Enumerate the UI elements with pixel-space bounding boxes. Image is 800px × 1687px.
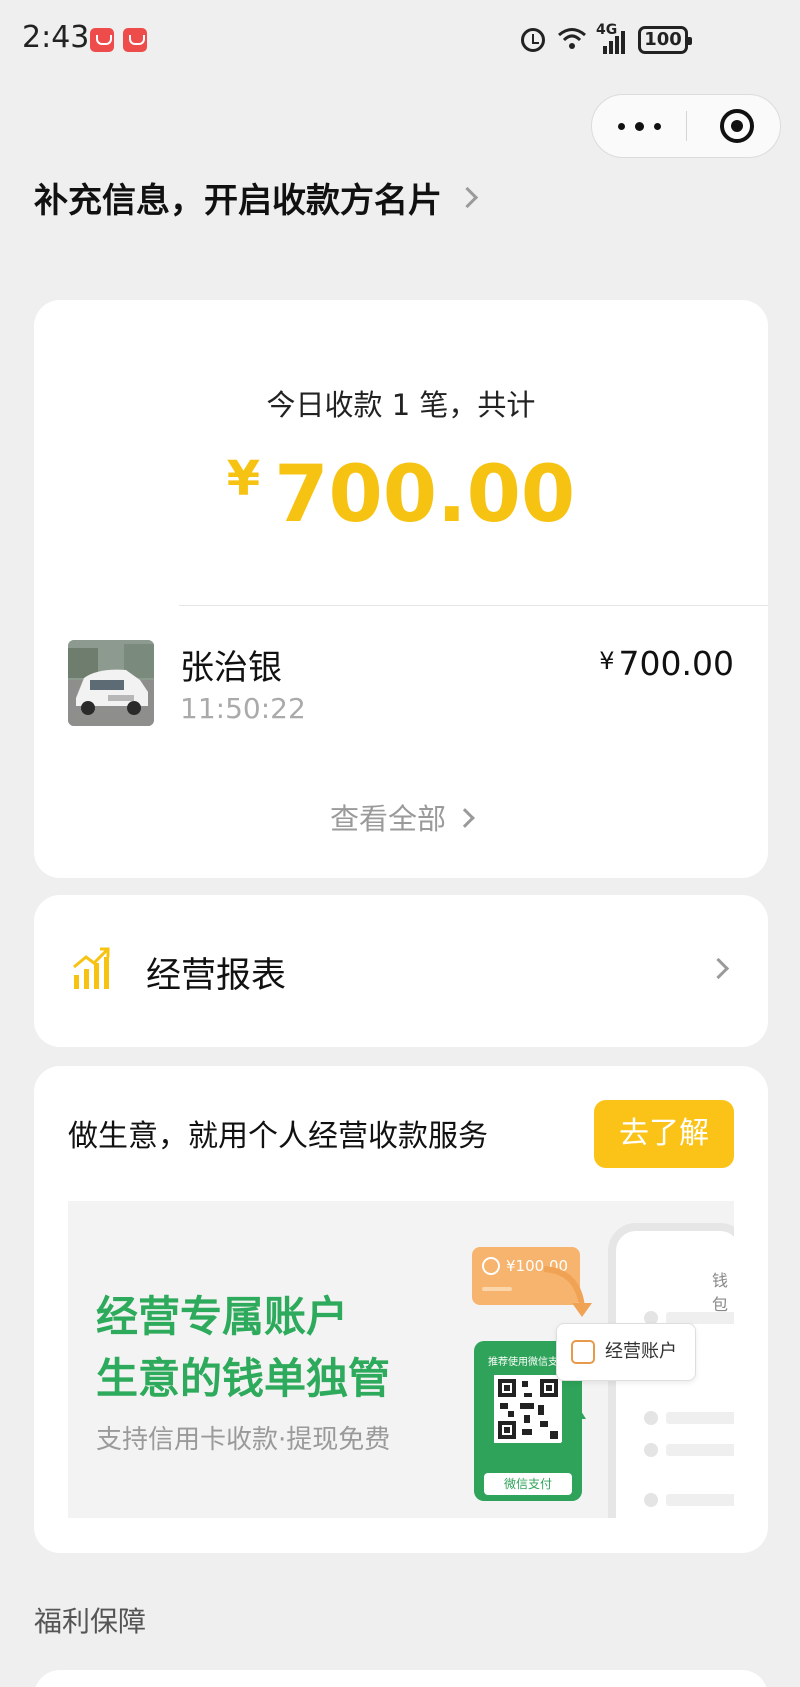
payee-card-setup-link[interactable]: 补充信息，开启收款方名片	[34, 172, 479, 222]
avatar	[68, 640, 154, 726]
signal-icon	[603, 31, 625, 54]
bar-placeholder	[482, 1287, 512, 1291]
promo-banner[interactable]: 经营专属账户 生意的钱单独管 支持信用卡收款·提现免费 钱包 ¥100.00 推…	[68, 1201, 734, 1518]
app-notification-icon	[90, 28, 114, 52]
banner-subtitle: 支持信用卡收款·提现免费	[96, 1425, 391, 1455]
business-report-label: 经营报表	[146, 956, 287, 996]
benefits-card	[34, 1670, 768, 1687]
wechat-pay-label: 微信支付	[484, 1473, 572, 1495]
payer-name: 张治银	[180, 648, 282, 688]
status-time: 2:43	[22, 20, 90, 55]
divider	[179, 605, 768, 606]
target-close-icon[interactable]	[720, 109, 754, 143]
currency-symbol: ¥	[226, 451, 261, 507]
today-summary-text: 今日收款 1 笔，共计	[266, 388, 536, 422]
status-bar: 2:43 4G 100	[0, 0, 800, 80]
alarm-icon	[521, 28, 545, 52]
view-all-label: 查看全部	[329, 802, 446, 836]
view-all-link[interactable]: 查看全部	[34, 796, 768, 838]
business-report-row[interactable]: 经营报表	[34, 895, 768, 1047]
business-service-promo-card: 做生意，就用个人经营收款服务 去了解 经营专属账户 生意的钱单独管 支持信用卡收…	[34, 1066, 768, 1553]
arrow-up-icon	[547, 1403, 586, 1454]
chart-trend-icon	[73, 947, 110, 989]
banner-wallet-label: 钱包	[712, 1271, 729, 1314]
more-dots-icon[interactable]	[592, 95, 686, 157]
promo-title: 做生意，就用个人经营收款服务	[68, 1119, 488, 1154]
today-receipts-card: 今日收款 1 笔，共计 ¥700.00 张治银 11:50:22 ¥700.00…	[34, 300, 768, 878]
account-icon	[571, 1340, 595, 1364]
list-row	[666, 1412, 734, 1424]
battery-icon: 100	[638, 26, 692, 54]
transfer-icon	[482, 1257, 500, 1275]
list-dot	[644, 1443, 658, 1457]
chevron-right-icon	[456, 186, 479, 208]
wifi-icon	[558, 28, 586, 49]
chevron-right-icon	[707, 957, 730, 980]
capsule-divider	[686, 111, 687, 141]
list-dot	[644, 1493, 658, 1507]
transaction-time: 11:50:22	[180, 692, 306, 725]
transaction-amount-value: 700.00	[618, 644, 734, 683]
list-dot	[644, 1411, 658, 1425]
miniprogram-capsule	[591, 94, 781, 158]
banner-headline: 生意的钱单独管	[96, 1354, 391, 1403]
payee-card-setup-label: 补充信息，开启收款方名片	[34, 180, 442, 221]
list-row	[666, 1494, 734, 1506]
list-row	[666, 1444, 734, 1456]
arrow-down-icon	[543, 1266, 592, 1317]
currency-symbol: ¥	[599, 647, 615, 675]
transaction-amount: ¥700.00	[599, 644, 734, 683]
banner-headline: 经营专属账户	[96, 1292, 349, 1341]
total-value: 700.00	[274, 450, 576, 540]
benefits-section-title: 福利保障	[34, 1605, 147, 1638]
business-account-label: 经营账户	[605, 1341, 677, 1362]
transaction-row[interactable]: 张治银 11:50:22 ¥700.00	[34, 640, 768, 740]
learn-more-button[interactable]: 去了解	[594, 1100, 734, 1168]
banner-business-account-tag: 经营账户	[556, 1323, 696, 1381]
today-total-amount: ¥700.00	[34, 450, 768, 540]
app-notification-icon	[123, 28, 147, 52]
chevron-right-icon	[455, 808, 475, 828]
